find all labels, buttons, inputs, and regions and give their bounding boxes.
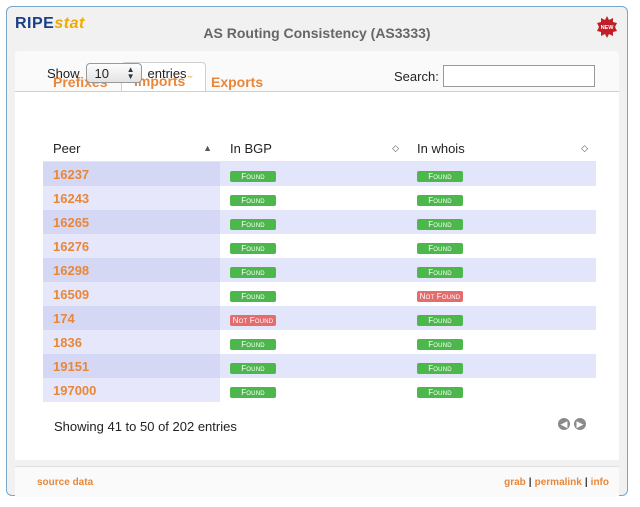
peer-cell[interactable]: 16298 bbox=[43, 258, 220, 282]
widget-title: AS Routing Consistency (AS3333) bbox=[203, 25, 431, 41]
status-badge: Found bbox=[230, 362, 276, 374]
in-whois-cell: Not Found bbox=[407, 282, 596, 306]
peer-cell[interactable]: 16509 bbox=[43, 282, 220, 306]
status-badge: Found bbox=[230, 290, 276, 302]
table-row: 16237 Found Found bbox=[43, 161, 596, 186]
in-whois-cell: Found bbox=[407, 161, 596, 186]
show-label: Show bbox=[47, 65, 80, 81]
in-bgp-cell: Found bbox=[220, 234, 407, 258]
search-control: Search: bbox=[394, 65, 595, 87]
peer-cell[interactable]: 16276 bbox=[43, 234, 220, 258]
status-badge: Found bbox=[417, 386, 463, 398]
footer-links: grab | permalink | info bbox=[504, 477, 609, 488]
header-bgp-label: In BGP bbox=[230, 140, 272, 156]
column-header-in-bgp[interactable]: In BGP ◇ bbox=[220, 135, 407, 162]
status-badge: Found bbox=[417, 218, 463, 230]
status-badge: Not Found bbox=[230, 314, 276, 326]
tab-imports-mark: ~ bbox=[187, 72, 193, 82]
sort-asc-icon: ▲ bbox=[203, 143, 212, 153]
status-badge: Found bbox=[230, 218, 276, 230]
status-badge: Found bbox=[417, 266, 463, 278]
table-info: Showing 41 to 50 of 202 entries bbox=[54, 419, 237, 434]
sort-both-icon: ◇ bbox=[581, 143, 588, 153]
widget-footer: source data grab | permalink | info bbox=[15, 466, 619, 497]
previous-page-icon[interactable]: ◀ bbox=[558, 418, 570, 430]
search-label: Search: bbox=[394, 68, 439, 84]
in-whois-cell: Found bbox=[407, 234, 596, 258]
peer-cell[interactable]: 197000 bbox=[43, 378, 220, 402]
status-badge: Found bbox=[230, 266, 276, 278]
routing-table: Peer ▲ In BGP ◇ In whois ◇ 16237 Found Found 1… bbox=[43, 135, 596, 402]
table-row: 16509 Found Not Found bbox=[43, 282, 596, 306]
grab-link[interactable]: grab bbox=[504, 477, 526, 488]
entries-length-control: Show 10 ▲ ▼ entries bbox=[47, 63, 187, 83]
peer-cell[interactable]: 174 bbox=[43, 306, 220, 330]
peer-cell[interactable]: 16243 bbox=[43, 186, 220, 210]
status-badge: Found bbox=[417, 242, 463, 254]
table-row: 16243 Found Found bbox=[43, 186, 596, 210]
source-data-link[interactable]: source data bbox=[37, 477, 93, 488]
sort-both-icon: ◇ bbox=[392, 143, 399, 153]
in-whois-cell: Found bbox=[407, 306, 596, 330]
in-bgp-cell: Found bbox=[220, 258, 407, 282]
select-arrows-icon: ▲ ▼ bbox=[126, 65, 135, 81]
table-row: 174 Not Found Found bbox=[43, 306, 596, 330]
status-badge: Found bbox=[417, 338, 463, 350]
status-badge: Found bbox=[417, 314, 463, 326]
next-page-icon[interactable]: ▶ bbox=[574, 418, 586, 430]
new-badge-label: NEW bbox=[601, 25, 615, 31]
table-row: 16298 Found Found bbox=[43, 258, 596, 282]
pagination: ◀ ▶ bbox=[558, 418, 586, 430]
status-badge: Found bbox=[230, 194, 276, 206]
table-body: 16237 Found Found 16243 Found Found 16265 Found… bbox=[43, 161, 596, 402]
table-row: 197000 Found Found bbox=[43, 378, 596, 402]
in-bgp-cell: Not Found bbox=[220, 306, 407, 330]
status-badge: Found bbox=[230, 386, 276, 398]
in-whois-cell: Found bbox=[407, 186, 596, 210]
peer-cell[interactable]: 16265 bbox=[43, 210, 220, 234]
new-badge-icon: NEW bbox=[597, 16, 617, 38]
in-whois-cell: Found bbox=[407, 378, 596, 402]
status-badge: Not Found bbox=[417, 290, 463, 302]
peer-cell[interactable]: 16237 bbox=[43, 161, 220, 186]
in-bgp-cell: Found bbox=[220, 354, 407, 378]
permalink-link[interactable]: permalink bbox=[535, 477, 582, 488]
status-badge: Found bbox=[230, 242, 276, 254]
header-whois-label: In whois bbox=[417, 140, 465, 156]
in-whois-cell: Found bbox=[407, 330, 596, 354]
status-badge: Found bbox=[417, 362, 463, 374]
entries-label: entries bbox=[147, 65, 187, 81]
in-whois-cell: Found bbox=[407, 210, 596, 234]
column-header-in-whois[interactable]: In whois ◇ bbox=[407, 135, 596, 162]
in-bgp-cell: Found bbox=[220, 282, 407, 306]
in-bgp-cell: Found bbox=[220, 161, 407, 186]
table-row: 16276 Found Found bbox=[43, 234, 596, 258]
status-badge: Found bbox=[230, 170, 276, 182]
search-input[interactable] bbox=[442, 65, 595, 87]
table-row: 16265 Found Found bbox=[43, 210, 596, 234]
status-badge: Found bbox=[417, 170, 463, 182]
peer-cell[interactable]: 19151 bbox=[43, 354, 220, 378]
entries-select-value: 10 bbox=[94, 65, 109, 81]
status-badge: Found bbox=[417, 194, 463, 206]
table-row: 1836 Found Found bbox=[43, 330, 596, 354]
table-header-row: Peer ▲ In BGP ◇ In whois ◇ bbox=[43, 135, 596, 162]
entries-select[interactable]: 10 ▲ ▼ bbox=[85, 63, 142, 83]
header-peer-label: Peer bbox=[53, 140, 81, 156]
column-header-peer[interactable]: Peer ▲ bbox=[43, 135, 220, 162]
in-bgp-cell: Found bbox=[220, 378, 407, 402]
in-bgp-cell: Found bbox=[220, 186, 407, 210]
info-link[interactable]: info bbox=[591, 477, 609, 488]
in-bgp-cell: Found bbox=[220, 210, 407, 234]
peer-cell[interactable]: 1836 bbox=[43, 330, 220, 354]
tab-exports-label: Exports bbox=[211, 74, 264, 90]
in-bgp-cell: Found bbox=[220, 330, 407, 354]
status-badge: Found bbox=[230, 338, 276, 350]
in-whois-cell: Found bbox=[407, 258, 596, 282]
in-whois-cell: Found bbox=[407, 354, 596, 378]
widget-frame: RIPEstat AS Routing Consistency (AS3333)… bbox=[6, 6, 628, 497]
table-row: 19151 Found Found bbox=[43, 354, 596, 378]
